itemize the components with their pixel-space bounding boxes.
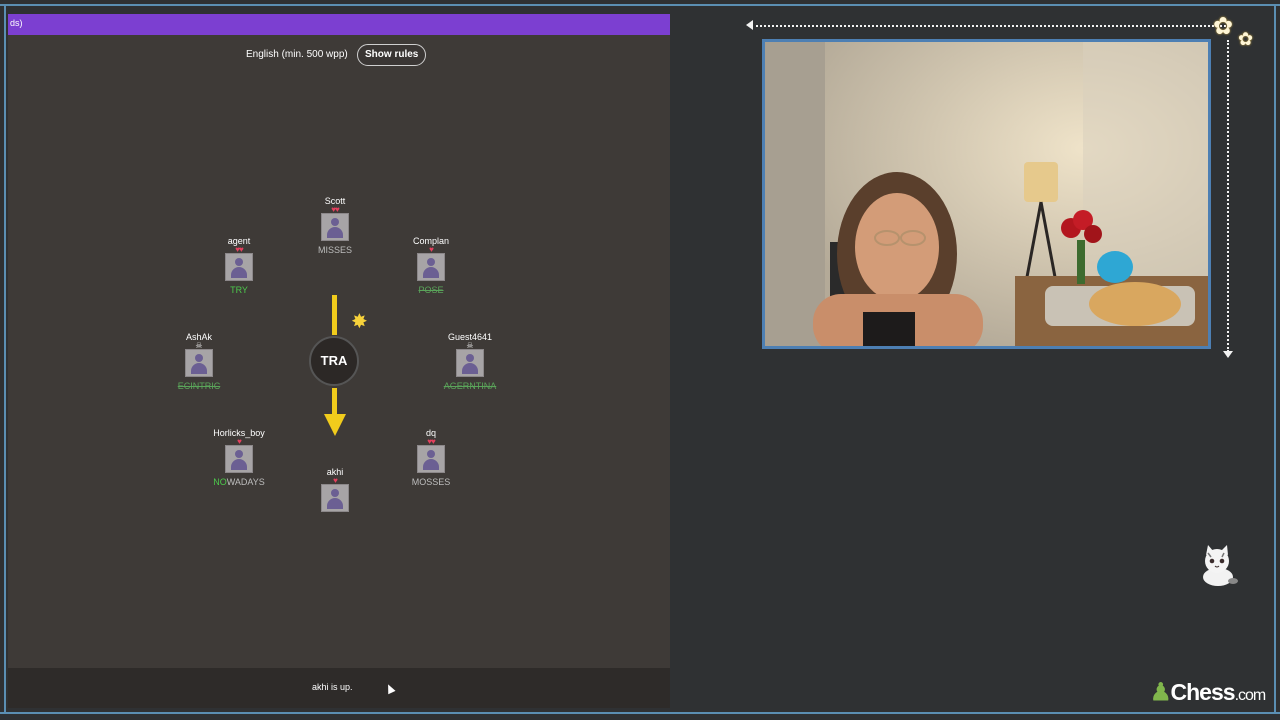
player-word: NOWADAYS bbox=[213, 477, 265, 487]
player-agent: agent ♥♥ TRY bbox=[184, 236, 294, 296]
pawn-icon: ♟ bbox=[1150, 679, 1171, 706]
frame-top bbox=[0, 4, 1280, 6]
player-ashak: AshAk ☠ ECINTRIC bbox=[144, 332, 254, 392]
turn-status: akhi is up. bbox=[312, 682, 353, 692]
player-word: MISSES bbox=[317, 245, 352, 255]
player-word: TRY bbox=[230, 285, 248, 295]
turn-arrow-tail bbox=[332, 295, 337, 335]
avatar bbox=[185, 349, 213, 377]
decor-dotted-line-top bbox=[756, 25, 1226, 27]
player-word: ECINTRIC bbox=[177, 381, 221, 391]
turn-arrow-shaft bbox=[332, 388, 337, 414]
banner-text: ds) bbox=[10, 18, 23, 28]
avatar bbox=[321, 484, 349, 512]
player-scott: Scott ♥♥ MISSES bbox=[280, 196, 390, 256]
game-panel: ds) English (min. 500 wpp) Show rules Sc… bbox=[8, 14, 670, 708]
arrow-down-icon bbox=[1223, 351, 1233, 358]
player-dq: dq ♥♥ MOSSES bbox=[376, 428, 486, 488]
player-word: POSE bbox=[418, 285, 444, 295]
cat-sticker-icon bbox=[1203, 545, 1238, 586]
language-label: English (min. 500 wpp) bbox=[246, 49, 348, 60]
player-akhi: akhi ♥ bbox=[280, 467, 390, 512]
turn-arrow-icon bbox=[324, 414, 346, 436]
frame-right bbox=[1274, 4, 1276, 714]
avatar bbox=[225, 253, 253, 281]
player-horlicks-boy: Horlicks_boy ♥ NOWADAYS bbox=[184, 428, 294, 488]
top-banner: ds) bbox=[8, 14, 670, 35]
frame-bottom bbox=[0, 712, 1280, 714]
player-word: MOSSES bbox=[411, 477, 451, 487]
webcam-feed bbox=[762, 39, 1211, 349]
chess-com-logo: ♟Chess.com bbox=[1150, 679, 1266, 706]
avatar bbox=[417, 253, 445, 281]
decor-dotted-line-right bbox=[1227, 40, 1229, 352]
avatar bbox=[321, 213, 349, 241]
avatar bbox=[417, 445, 445, 473]
avatar bbox=[225, 445, 253, 473]
show-rules-button[interactable]: Show rules bbox=[357, 44, 427, 66]
syllable-prompt: TRA bbox=[309, 336, 359, 386]
flower-icon: ✿ bbox=[1213, 13, 1234, 40]
player-complan: Complan ♥ POSE bbox=[376, 236, 486, 296]
frame-left bbox=[4, 4, 6, 714]
player-word: AGERNTINA bbox=[443, 381, 497, 391]
flower-icon: ✿ bbox=[1238, 29, 1254, 49]
avatar bbox=[456, 349, 484, 377]
bomb-spark-icon: ✸ bbox=[351, 311, 368, 333]
arrow-left-icon bbox=[746, 20, 753, 30]
player-guest4641: Guest4641 ☠ AGERNTINA bbox=[415, 332, 525, 392]
webcam-image bbox=[765, 42, 1208, 346]
